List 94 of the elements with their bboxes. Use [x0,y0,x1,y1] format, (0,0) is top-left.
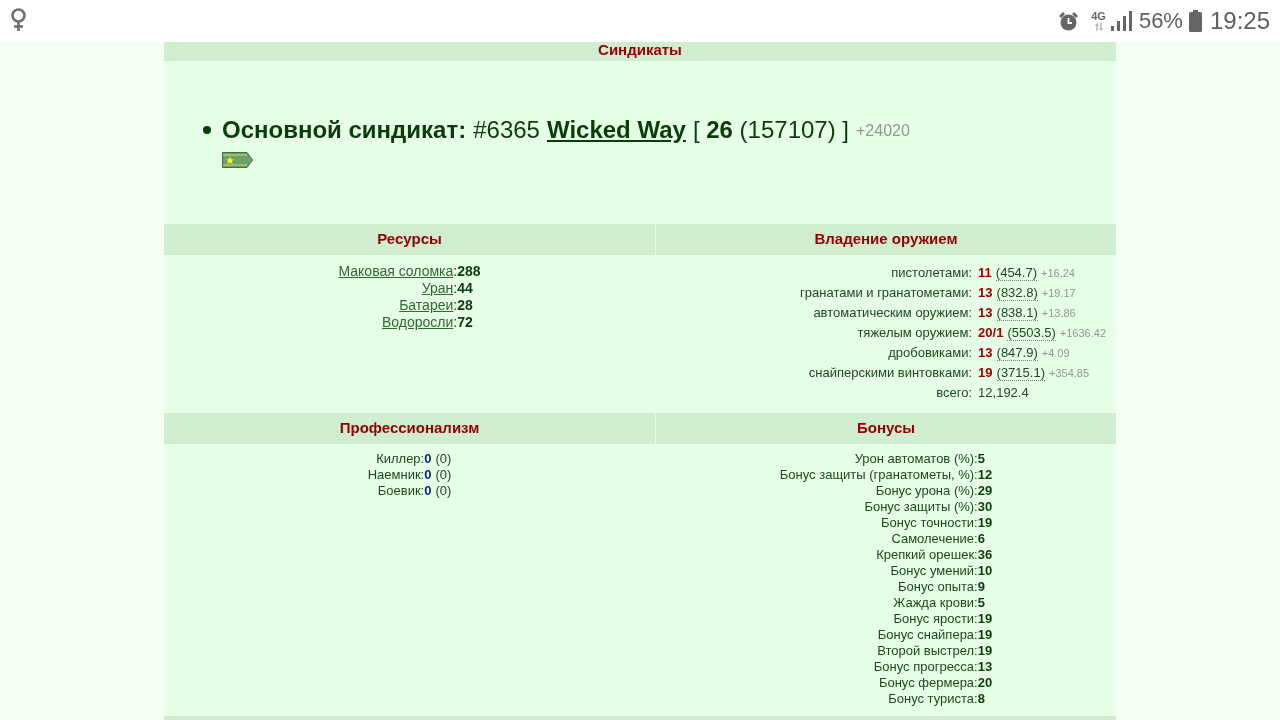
weapon-label: тяжелым оружием: [857,324,973,342]
bonus-label: Бонус защиты (%): [864,499,978,515]
skill-level: 13 [978,304,993,322]
resource-link[interactable]: Маковая соломка [338,263,454,280]
weapon-label: всего: [936,384,973,402]
clock-time: 19:25 [1209,7,1270,35]
total-value: 12,192.4 [978,384,1030,402]
weapon-label: дробовиками: [888,344,973,362]
bonus-label: Бонус снайпера: [877,627,978,643]
section-title: Бонусы [856,418,916,439]
bonus-value: 30 [977,499,993,515]
signal-icon [1110,11,1133,31]
skill-level: 20/1 [978,324,1004,342]
bonus-label: Бонус опыта: [898,579,978,595]
shoulder-strap-icon [222,152,253,168]
bonus-label: Самолечение: [891,531,978,547]
resource-value: :44 [453,280,474,297]
profession-value: 0 [424,451,432,467]
bonus-value: 10 [977,563,993,579]
profession-points: (0) [435,483,452,499]
experience-value: (3715.1) [996,365,1045,381]
bonus-label: Крепкий орешек: [876,547,978,563]
section-title: Профессионализм [339,418,480,439]
bonus-label: Бонус фермера: [878,675,978,691]
experience-value: (5503.5) [1007,325,1056,341]
profession-label: Киллер: [376,451,425,467]
bonus-value: 9 [977,579,986,595]
syndicate-id: #6365 [473,115,540,144]
venus-icon [10,8,27,32]
resource-value: :28 [453,297,474,314]
section-title: Ресурсы [377,229,442,250]
section-title: Синдикаты [598,42,682,57]
skill-level: 13 [978,284,993,302]
bonus-value: 19 [977,611,993,627]
bullet-icon [203,125,211,134]
experience-value: (832.8) [996,285,1038,301]
bonus-label: Бонус умений: [890,563,978,579]
weapon-label: автоматическим оружием: [813,304,973,322]
bonus-label: Урон автоматов (%): [854,451,978,467]
data-arrows-icon [1093,23,1104,31]
experience-value: (838.1) [996,305,1038,321]
bonus-value: 29 [977,483,993,499]
syndicate-link[interactable]: Wicked Way [546,115,686,144]
skill-level: 13 [978,344,993,362]
profession-value: 0 [424,483,432,499]
syndicate-rank: [ 26 (157107) ] [692,115,849,144]
profession-label: Наемник: [367,467,425,483]
experience-gain: +4.09 [1041,346,1070,361]
weapon-label: гранатами и гранатометами: [800,284,973,302]
resource-value: :72 [453,314,474,331]
skill-level: 19 [978,364,993,382]
experience-gain: +16.24 [1041,266,1075,281]
bonus-value: 20 [977,675,993,691]
bonus-label: Жажда крови: [893,595,978,611]
experience-gain: +1636.42 [1059,326,1106,341]
bonus-label: Бонус прогресса: [873,659,978,675]
battery-percent: 56% [1138,8,1183,34]
weapon-label: снайперскими винтовками: [808,364,973,382]
bonus-label: Бонус точности: [881,515,978,531]
bonus-value: 19 [977,515,993,531]
experience-gain: +19.17 [1041,286,1076,301]
bonus-value: 5 [977,595,986,611]
experience-value: (454.7) [995,265,1038,281]
bonus-value: 12 [977,467,993,483]
bonus-value: 8 [977,691,986,707]
syndicate-gain: +24020 [856,121,910,141]
bonus-value: 5 [977,451,986,467]
bonus-label: Второй выстрел: [877,643,978,659]
bonus-value: 36 [977,547,993,563]
bonus-label: Бонус урона (%): [875,483,978,499]
experience-value: (847.9) [996,345,1038,361]
network-type: 4G [1091,11,1106,22]
bonus-value: 13 [977,659,993,675]
profession-value: 0 [424,467,432,483]
alarm-clock-icon [1058,10,1080,32]
profession-points: (0) [435,467,452,483]
bonus-label: Бонус туриста: [888,691,978,707]
skill-level: 11 [978,264,992,282]
syndicate-label: Основной синдикат: [222,115,467,144]
profession-points: (0) [435,451,452,467]
bonus-value: 19 [977,627,993,643]
bonus-label: Бонус ярости: [893,611,978,627]
battery-icon [1188,10,1202,32]
profession-label: Боевик: [377,483,425,499]
resource-value: :288 [453,263,481,280]
bonus-label: Бонус защиты (гранатометы, %): [779,467,978,483]
bonus-value: 19 [977,643,993,659]
resource-link[interactable]: Батареи [399,297,454,314]
section-title: Владение оружием [814,229,958,250]
experience-gain: +13.86 [1041,306,1076,321]
weapon-label: пистолетами: [891,264,973,282]
resource-link[interactable]: Уран [421,280,454,297]
bonus-value: 6 [977,531,986,547]
experience-gain: +354.85 [1048,366,1090,381]
